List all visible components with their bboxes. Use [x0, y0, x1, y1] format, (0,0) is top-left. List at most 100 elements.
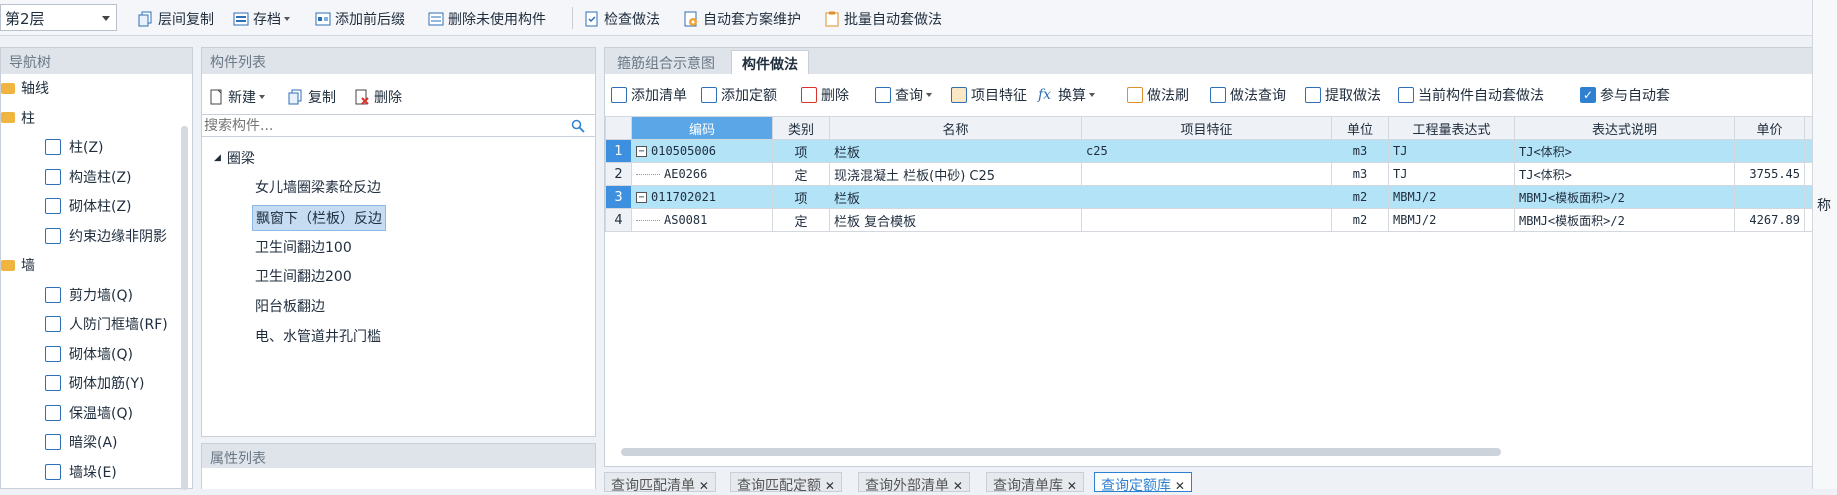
row-number[interactable]: 2	[606, 163, 632, 186]
cell-price[interactable]: 4267.89	[1735, 209, 1805, 232]
grid-row[interactable]: 2AE0266定现浇混凝土 栏板(中砂) C25m3TJTJ<体积>3755.4…	[606, 163, 1837, 186]
tab-stirrup-diagram[interactable]: 箍筋组合示意图	[609, 50, 723, 74]
auto-scheme-button[interactable]: 自动套方案维护	[683, 8, 801, 30]
cell-type[interactable]: 项	[773, 140, 830, 163]
chevron-down-icon[interactable]	[102, 16, 110, 21]
copy-component-button[interactable]: 复制	[288, 86, 336, 108]
checkbox-icon[interactable]: ✓	[1580, 87, 1596, 103]
item-feature-button[interactable]: 项目特征	[951, 84, 1027, 106]
grid-row[interactable]: 4AS0081定栏板 复合模板 m2MBMJ/2MBMJ<模板面积>/24267.…	[606, 209, 1837, 232]
component-item[interactable]: 女儿墙圈梁素砼反边	[252, 175, 384, 199]
participate-auto-button[interactable]: ✓参与自动套	[1580, 84, 1670, 106]
query-tab[interactable]: 查询外部清单 ✕	[858, 472, 970, 492]
nav-item[interactable]: 柱	[1, 108, 35, 128]
cell-expr[interactable]: TJ	[1389, 140, 1515, 163]
nav-item[interactable]: 人防门框墙(RF)	[45, 314, 168, 334]
component-item[interactable]: 卫生间翻边200	[252, 264, 355, 288]
component-item[interactable]: 阳台板翻边	[252, 294, 328, 318]
cell-unit[interactable]: m2	[1332, 186, 1389, 209]
query-tab[interactable]: 查询匹配清单 ✕	[604, 472, 716, 492]
cell-expr[interactable]: TJ	[1389, 163, 1515, 186]
extract-method-button[interactable]: 提取做法	[1305, 84, 1381, 106]
cell-code[interactable]: AS0081	[632, 209, 773, 232]
nav-item[interactable]: 砌体墙(Q)	[45, 344, 133, 364]
delete-button[interactable]: 删除	[801, 84, 849, 106]
auto-current-button[interactable]: 当前构件自动套做法	[1398, 84, 1544, 106]
query-tab[interactable]: 查询匹配定额 ✕	[730, 472, 842, 492]
archive-button[interactable]: 存档	[233, 8, 290, 30]
cell-desc[interactable]: MBMJ<模板面积>/2	[1515, 209, 1735, 232]
convert-button[interactable]: fx换算	[1038, 84, 1095, 106]
cell-desc[interactable]: MBMJ<模板面积>/2	[1515, 186, 1735, 209]
search-icon[interactable]	[571, 119, 585, 133]
new-component-button[interactable]: 新建	[208, 86, 265, 108]
header-feature[interactable]: 项目特征	[1082, 117, 1332, 140]
nav-scrollbar[interactable]	[181, 126, 188, 490]
collapse-icon[interactable]: −	[636, 192, 647, 203]
component-item[interactable]: 卫生间翻边100	[252, 235, 355, 259]
add-prefix-suffix-button[interactable]: 添加前后缀	[315, 8, 405, 30]
nav-item[interactable]: 砌体加筋(Y)	[45, 373, 144, 393]
cell-feature[interactable]	[1082, 163, 1332, 186]
close-icon[interactable]: ✕	[949, 479, 963, 493]
row-number[interactable]: 3	[606, 186, 632, 209]
component-item[interactable]: 飘窗下（栏板）反边	[252, 205, 386, 231]
cell-desc[interactable]: TJ<体积>	[1515, 163, 1735, 186]
nav-item[interactable]: 墙垛(E)	[45, 462, 117, 482]
cell-type[interactable]: 定	[773, 209, 830, 232]
cell-unit[interactable]: m2	[1332, 209, 1389, 232]
cell-expr[interactable]: MBMJ/2	[1389, 186, 1515, 209]
cell-unit[interactable]: m3	[1332, 140, 1389, 163]
nav-item[interactable]: 砌体柱(Z)	[45, 196, 132, 216]
cell-feature[interactable]	[1082, 209, 1332, 232]
method-query-button[interactable]: 做法查询	[1210, 84, 1286, 106]
header-type[interactable]: 类别	[773, 117, 830, 140]
batch-auto-button[interactable]: 批量自动套做法	[824, 8, 942, 30]
cell-code[interactable]: −010505006	[632, 140, 773, 163]
add-bill-button[interactable]: 添加清单	[611, 84, 687, 106]
cell-type[interactable]: 项	[773, 186, 830, 209]
cell-price[interactable]	[1735, 140, 1805, 163]
nav-item[interactable]: 暗梁(A)	[45, 432, 118, 452]
grid-row[interactable]: 3−011702021项栏板m2MBMJ/2MBMJ<模板面积>/2	[606, 186, 1837, 209]
cell-price[interactable]: 3755.45	[1735, 163, 1805, 186]
grid-row[interactable]: 1−010505006项栏板c25m3TJTJ<体积>	[606, 140, 1837, 163]
query-button[interactable]: 查询	[875, 84, 932, 106]
component-item[interactable]: 电、水管道井孔门槛	[252, 324, 384, 348]
cell-code[interactable]: AE0266	[632, 163, 773, 186]
delete-component-button[interactable]: 删除	[354, 86, 402, 108]
delete-unused-button[interactable]: 删除未使用构件	[428, 8, 546, 30]
expand-triangle-icon[interactable]: ◢	[214, 153, 221, 163]
cell-name[interactable]: 栏板 复合模板	[830, 209, 1082, 232]
add-quota-button[interactable]: 添加定额	[701, 84, 777, 106]
nav-item[interactable]: 轴线	[1, 78, 49, 98]
header-expr[interactable]: 工程量表达式	[1389, 117, 1515, 140]
tab-component-method[interactable]: 构件做法	[731, 50, 809, 74]
cell-expr[interactable]: MBMJ/2	[1389, 209, 1515, 232]
query-tab[interactable]: 查询定额库 ✕	[1094, 472, 1192, 492]
cell-feature[interactable]: c25	[1082, 140, 1332, 163]
row-number[interactable]: 4	[606, 209, 632, 232]
check-method-button[interactable]: 检查做法	[584, 8, 660, 30]
row-number[interactable]: 1	[606, 140, 632, 163]
cell-desc[interactable]: TJ<体积>	[1515, 140, 1735, 163]
close-icon[interactable]: ✕	[695, 479, 709, 493]
header-desc[interactable]: 表达式说明	[1515, 117, 1735, 140]
header-price[interactable]: 单价	[1735, 117, 1805, 140]
grid-horizontal-scrollbar[interactable]	[621, 448, 1501, 456]
close-icon[interactable]: ✕	[821, 479, 835, 493]
cell-price[interactable]	[1735, 186, 1805, 209]
cell-name[interactable]: 栏板	[830, 186, 1082, 209]
nav-item[interactable]: 剪力墙(Q)	[45, 285, 133, 305]
component-search-input[interactable]	[202, 115, 562, 136]
collapse-icon[interactable]: −	[636, 146, 647, 157]
header-code[interactable]: 编码	[632, 117, 773, 140]
nav-item[interactable]: 墙	[1, 255, 35, 275]
floor-copy-button[interactable]: 层间复制	[138, 8, 214, 30]
nav-item[interactable]: 保温墙(Q)	[45, 403, 133, 423]
cell-type[interactable]: 定	[773, 163, 830, 186]
header-unit[interactable]: 单位	[1332, 117, 1389, 140]
tree-group-ring-beam[interactable]: ◢ 圈梁	[214, 148, 255, 168]
nav-item[interactable]: 构造柱(Z)	[45, 167, 132, 187]
floor-select[interactable]: 第2层	[0, 4, 117, 31]
